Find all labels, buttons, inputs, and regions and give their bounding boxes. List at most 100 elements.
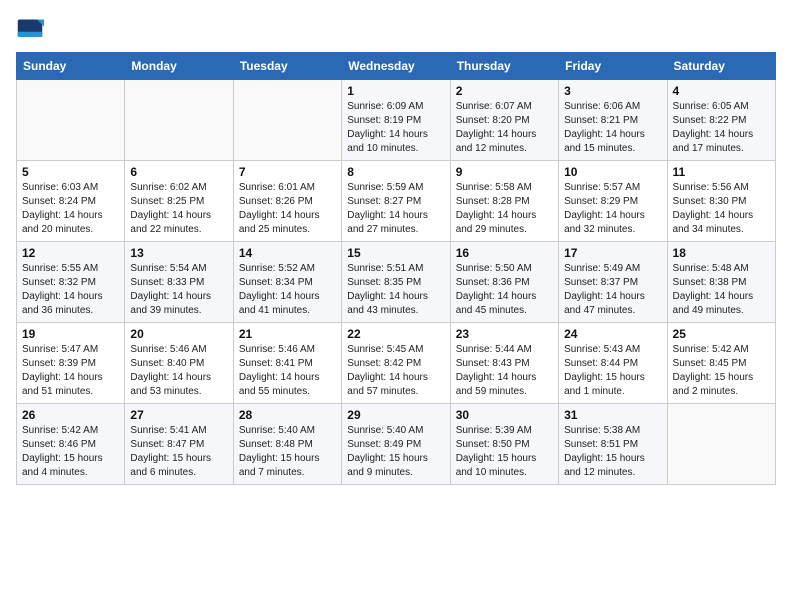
calendar-cell: 2Sunrise: 6:07 AM Sunset: 8:20 PM Daylig… — [450, 80, 558, 161]
calendar-cell: 27 Sunrise: 5:41 AM Sunset: 8:47 PM Dayli… — [125, 404, 233, 485]
day-info: Sunrise: 5:38 AM Sunset: 8:51 PM Dayligh… — [564, 424, 661, 480]
day-number: 4 — [673, 84, 770, 98]
calendar-cell: 20 Sunrise: 5:46 AM Sunset: 8:40 PM Dayli… — [125, 323, 233, 404]
day-number: 25 — [673, 327, 770, 341]
week-row-0: 1 Sunrise: 6:09 AM Sunset: 8:19 PM Daylig… — [17, 80, 776, 161]
day-info: Sunrise: 5:40 AM Sunset: 8:49 PM Dayligh… — [347, 424, 444, 480]
day-info: Sunrise: 5:46 AM Sunset: 8:40 PM Dayligh… — [130, 343, 227, 399]
week-row-4: 26 Sunrise: 5:42 AM Sunset: 8:46 PM Dayli… — [17, 404, 776, 485]
header-row: SundayMondayTuesdayWednesdayThursdayFrid… — [17, 53, 776, 80]
header-day-tuesday: Tuesday — [233, 53, 341, 80]
day-number: 26 — [22, 408, 119, 422]
day-info: Sunrise: 5:39 AM Sunset: 8:50 PM Dayligh… — [456, 424, 553, 480]
calendar-cell: 9 Sunrise: 5:58 AM Sunset: 8:28 PM Daylig… — [450, 161, 558, 242]
calendar-cell: 11 Sunrise: 5:56 AM Sunset: 8:30 PM Dayli… — [667, 161, 775, 242]
day-info: Sunrise: 5:42 AM Sunset: 8:45 PM Dayligh… — [673, 343, 770, 399]
week-row-3: 19 Sunrise: 5:47 AM Sunset: 8:39 PM Dayli… — [17, 323, 776, 404]
calendar-cell: 17Sunrise: 5:49 AM Sunset: 8:37 PM Dayli… — [559, 242, 667, 323]
header-day-thursday: Thursday — [450, 53, 558, 80]
calendar-header: SundayMondayTuesdayWednesdayThursdayFrid… — [17, 53, 776, 80]
header-day-monday: Monday — [125, 53, 233, 80]
calendar-cell: 3 Sunrise: 6:06 AM Sunset: 8:21 PM Daylig… — [559, 80, 667, 161]
day-info: Sunrise: 5:51 AM Sunset: 8:35 PM Dayligh… — [347, 262, 444, 318]
day-number: 16 — [456, 246, 553, 260]
day-number: 21 — [239, 327, 336, 341]
calendar-cell: 8Sunrise: 5:59 AM Sunset: 8:27 PM Daylig… — [342, 161, 450, 242]
day-number: 5 — [22, 165, 119, 179]
calendar-cell: 19 Sunrise: 5:47 AM Sunset: 8:39 PM Dayli… — [17, 323, 125, 404]
day-number: 9 — [456, 165, 553, 179]
day-number: 29 — [347, 408, 444, 422]
day-info: Sunrise: 5:43 AM Sunset: 8:44 PM Dayligh… — [564, 343, 661, 399]
day-info: Sunrise: 5:50 AM Sunset: 8:36 PM Dayligh… — [456, 262, 553, 318]
day-info: Sunrise: 6:09 AM Sunset: 8:19 PM Dayligh… — [347, 100, 444, 156]
day-number: 8 — [347, 165, 444, 179]
calendar-cell: 14Sunrise: 5:52 AM Sunset: 8:34 PM Dayli… — [233, 242, 341, 323]
day-info: Sunrise: 5:42 AM Sunset: 8:46 PM Dayligh… — [22, 424, 119, 480]
day-number: 11 — [673, 165, 770, 179]
calendar-cell: 31 Sunrise: 5:38 AM Sunset: 8:51 PM Dayli… — [559, 404, 667, 485]
day-number: 19 — [22, 327, 119, 341]
calendar-cell: 5 Sunrise: 6:03 AM Sunset: 8:24 PM Daylig… — [17, 161, 125, 242]
day-info: Sunrise: 5:58 AM Sunset: 8:28 PM Dayligh… — [456, 181, 553, 237]
calendar-cell: 26 Sunrise: 5:42 AM Sunset: 8:46 PM Dayli… — [17, 404, 125, 485]
day-number: 12 — [22, 246, 119, 260]
day-info: Sunrise: 5:44 AM Sunset: 8:43 PM Dayligh… — [456, 343, 553, 399]
day-info: Sunrise: 6:03 AM Sunset: 8:24 PM Dayligh… — [22, 181, 119, 237]
day-info: Sunrise: 5:41 AM Sunset: 8:47 PM Dayligh… — [130, 424, 227, 480]
day-number: 31 — [564, 408, 661, 422]
day-number: 6 — [130, 165, 227, 179]
day-number: 13 — [130, 246, 227, 260]
day-number: 28 — [239, 408, 336, 422]
logo — [16, 16, 48, 44]
calendar-cell: 28 Sunrise: 5:40 AM Sunset: 8:48 PM Dayli… — [233, 404, 341, 485]
calendar-cell: 13 Sunrise: 5:54 AM Sunset: 8:33 PM Dayli… — [125, 242, 233, 323]
calendar-cell: 29 Sunrise: 5:40 AM Sunset: 8:49 PM Dayli… — [342, 404, 450, 485]
day-info: Sunrise: 6:05 AM Sunset: 8:22 PM Dayligh… — [673, 100, 770, 156]
day-info: Sunrise: 5:47 AM Sunset: 8:39 PM Dayligh… — [22, 343, 119, 399]
day-number: 20 — [130, 327, 227, 341]
calendar-cell: 12 Sunrise: 5:55 AM Sunset: 8:32 PM Dayli… — [17, 242, 125, 323]
day-number: 30 — [456, 408, 553, 422]
day-info: Sunrise: 5:48 AM Sunset: 8:38 PM Dayligh… — [673, 262, 770, 318]
day-info: Sunrise: 5:52 AM Sunset: 8:34 PM Dayligh… — [239, 262, 336, 318]
header-day-friday: Friday — [559, 53, 667, 80]
day-number: 3 — [564, 84, 661, 98]
header-day-saturday: Saturday — [667, 53, 775, 80]
day-info: Sunrise: 6:01 AM Sunset: 8:26 PM Dayligh… — [239, 181, 336, 237]
calendar-cell: 16 Sunrise: 5:50 AM Sunset: 8:36 PM Dayli… — [450, 242, 558, 323]
calendar-cell: 24 Sunrise: 5:43 AM Sunset: 8:44 PM Dayli… — [559, 323, 667, 404]
day-number: 23 — [456, 327, 553, 341]
day-info: Sunrise: 5:45 AM Sunset: 8:42 PM Dayligh… — [347, 343, 444, 399]
calendar-cell: 22Sunrise: 5:45 AM Sunset: 8:42 PM Dayli… — [342, 323, 450, 404]
calendar-cell — [667, 404, 775, 485]
calendar-cell: 30 Sunrise: 5:39 AM Sunset: 8:50 PM Dayli… — [450, 404, 558, 485]
day-number: 27 — [130, 408, 227, 422]
day-info: Sunrise: 5:49 AM Sunset: 8:37 PM Dayligh… — [564, 262, 661, 318]
day-info: Sunrise: 5:56 AM Sunset: 8:30 PM Dayligh… — [673, 181, 770, 237]
day-number: 10 — [564, 165, 661, 179]
page-header — [16, 16, 776, 44]
header-day-sunday: Sunday — [17, 53, 125, 80]
day-number: 15 — [347, 246, 444, 260]
calendar-cell: 4 Sunrise: 6:05 AM Sunset: 8:22 PM Daylig… — [667, 80, 775, 161]
day-info: Sunrise: 5:46 AM Sunset: 8:41 PM Dayligh… — [239, 343, 336, 399]
calendar-cell: 15 Sunrise: 5:51 AM Sunset: 8:35 PM Dayli… — [342, 242, 450, 323]
calendar-cell — [17, 80, 125, 161]
day-number: 24 — [564, 327, 661, 341]
day-info: Sunrise: 5:40 AM Sunset: 8:48 PM Dayligh… — [239, 424, 336, 480]
day-info: Sunrise: 6:06 AM Sunset: 8:21 PM Dayligh… — [564, 100, 661, 156]
day-number: 1 — [347, 84, 444, 98]
calendar-cell: 1 Sunrise: 6:09 AM Sunset: 8:19 PM Daylig… — [342, 80, 450, 161]
calendar-cell — [233, 80, 341, 161]
day-info: Sunrise: 5:57 AM Sunset: 8:29 PM Dayligh… — [564, 181, 661, 237]
day-info: Sunrise: 5:54 AM Sunset: 8:33 PM Dayligh… — [130, 262, 227, 318]
day-number: 7 — [239, 165, 336, 179]
calendar-cell — [125, 80, 233, 161]
day-info: Sunrise: 5:55 AM Sunset: 8:32 PM Dayligh… — [22, 262, 119, 318]
day-info: Sunrise: 6:07 AM Sunset: 8:20 PM Dayligh… — [456, 100, 553, 156]
week-row-2: 12 Sunrise: 5:55 AM Sunset: 8:32 PM Dayli… — [17, 242, 776, 323]
day-number: 18 — [673, 246, 770, 260]
calendar-table: SundayMondayTuesdayWednesdayThursdayFrid… — [16, 52, 776, 485]
calendar-cell: 10 Sunrise: 5:57 AM Sunset: 8:29 PM Dayli… — [559, 161, 667, 242]
